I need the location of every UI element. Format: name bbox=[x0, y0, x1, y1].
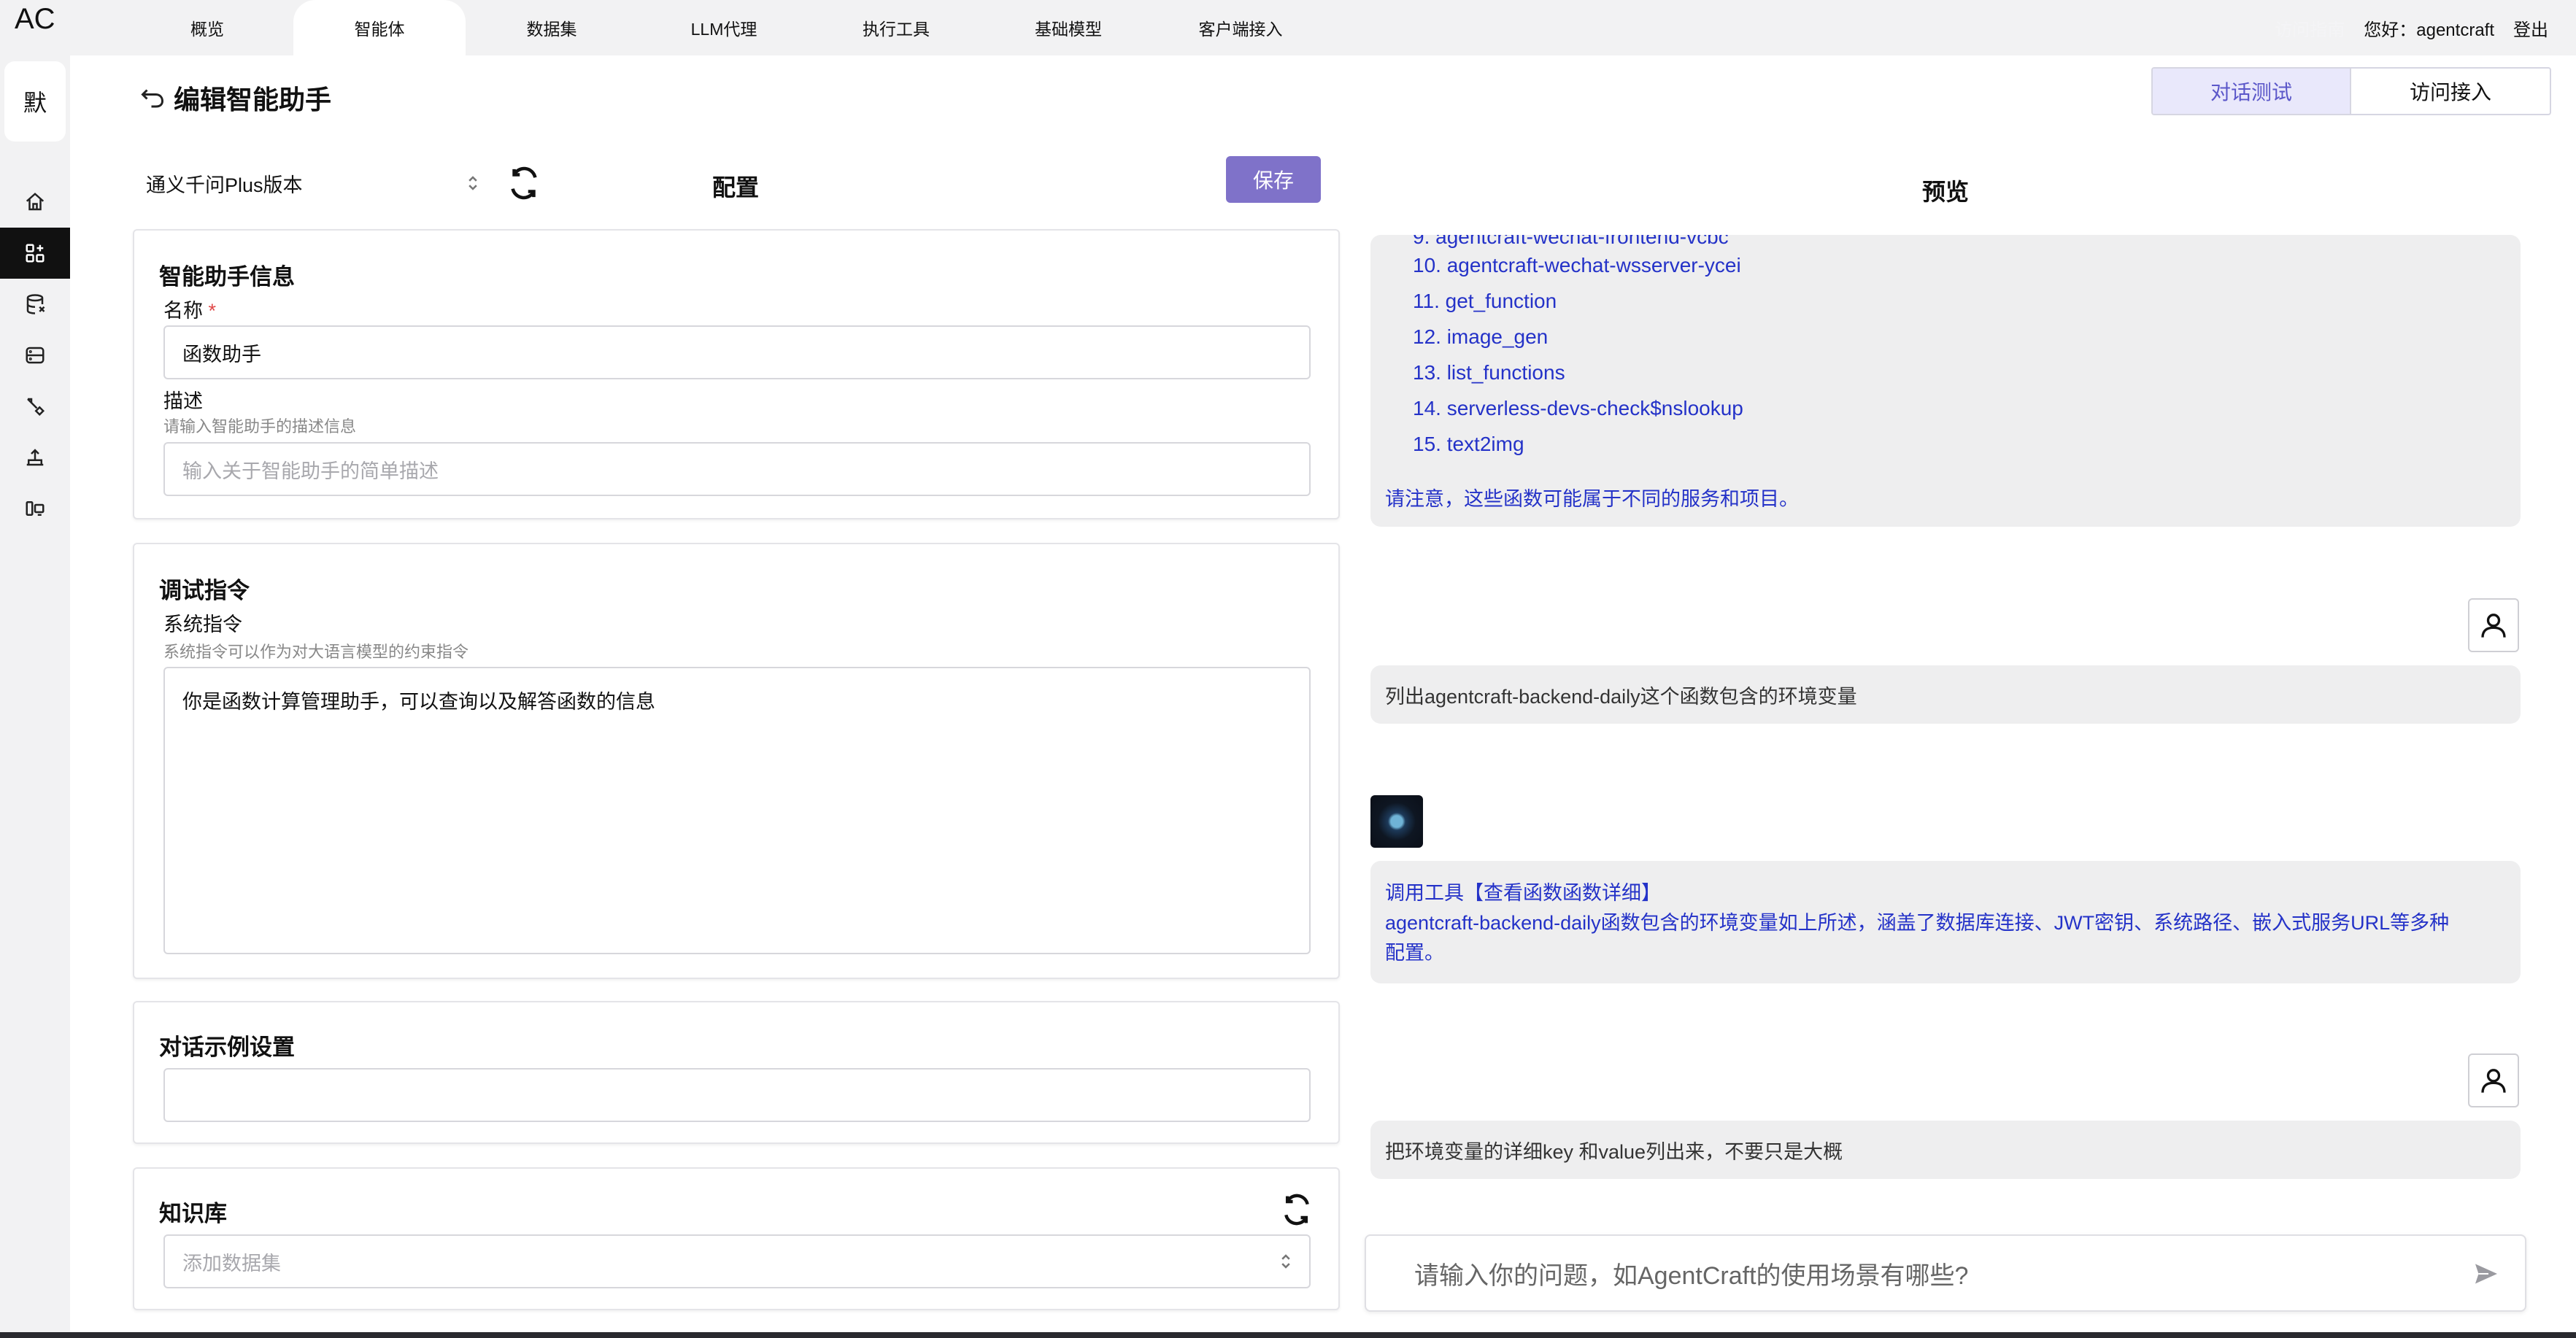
top-nav: 概览 智能体 数据集 LLM代理 执行工具 基础模型 客户端接入 bbox=[121, 0, 1327, 55]
system-prompt-textarea[interactable]: 你是函数计算管理助手，可以查询以及解答函数的信息 bbox=[163, 667, 1311, 954]
sidebar-item-clients[interactable] bbox=[0, 483, 70, 534]
system-prompt-help: 系统指令可以作为对大语言模型的约束指令 bbox=[163, 643, 469, 661]
user-message-2: 把环境变量的详细key 和value列出来，不要只是大概 bbox=[1370, 1121, 2521, 1179]
database-icon bbox=[26, 294, 45, 314]
required-mark: * bbox=[208, 300, 217, 322]
description-label: 描述 bbox=[163, 390, 203, 412]
chat-input[interactable]: 请输入你的问题，如AgentCraft的使用场景有哪些? bbox=[1365, 1234, 2526, 1312]
taskbar-strip bbox=[0, 1332, 2576, 1338]
description-help: 请输入智能助手的描述信息 bbox=[163, 417, 357, 436]
list-item: 13. list_functions bbox=[1413, 361, 1565, 384]
user-icon bbox=[2481, 614, 2506, 638]
kb-refresh-icon[interactable] bbox=[1280, 1194, 1314, 1226]
list-item: 14. serverless-devs-check$nslookup bbox=[1413, 397, 1743, 419]
home-icon bbox=[26, 193, 45, 211]
debug-title: 调试指令 bbox=[159, 578, 250, 603]
save-button[interactable]: 保存 bbox=[1226, 156, 1321, 203]
system-prompt-label: 系统指令 bbox=[163, 614, 242, 635]
sidebar-item-home[interactable] bbox=[0, 177, 70, 228]
bot-avatar bbox=[1370, 795, 1423, 848]
dataset-select-placeholder: 添加数据集 bbox=[182, 1252, 281, 1275]
chevron-updown-icon bbox=[1281, 1254, 1290, 1269]
user-avatar bbox=[2468, 598, 2519, 652]
agent-info-card: 智能助手信息 名称 * 函数助手 描述 请输入智能助手的描述信息 输入关于智能助… bbox=[133, 229, 1340, 519]
knowledge-base-title: 知识库 bbox=[159, 1201, 227, 1226]
logout-link[interactable]: 登出 bbox=[2513, 15, 2548, 41]
preview-mode-tabs: 对话测试 访问接入 bbox=[2151, 67, 2551, 115]
app-logo: AC bbox=[15, 3, 55, 35]
tools-icon bbox=[27, 398, 45, 417]
page-header: 编辑智能助手 bbox=[139, 79, 331, 117]
agent-info-title: 智能助手信息 bbox=[159, 264, 295, 290]
tab-overview[interactable]: 概览 bbox=[121, 0, 293, 55]
config-title: 配置 bbox=[712, 174, 760, 201]
bot-message-line: agentcraft-backend-daily函数包含的环境变量如上所述，涵盖… bbox=[1385, 912, 2450, 934]
sidebar-item-storage[interactable] bbox=[0, 330, 70, 381]
preview-title: 预览 bbox=[1922, 179, 1970, 205]
bot-note: 请注意，这些函数可能属于不同的服务和项目。 bbox=[1385, 488, 1799, 510]
user-message-1: 列出agentcraft-backend-daily这个函数包含的环境变量 bbox=[1370, 665, 2521, 724]
dialog-examples-title: 对话示例设置 bbox=[159, 1035, 295, 1060]
bot-message: 调用工具【查看函数函数详细】 agentcraft-backend-daily函… bbox=[1370, 861, 2521, 983]
sidebar-item-tools[interactable] bbox=[0, 381, 70, 432]
user-icon bbox=[2481, 1069, 2506, 1093]
client-icon bbox=[26, 501, 45, 516]
chat-input-placeholder: 请输入你的问题，如AgentCraft的使用场景有哪些? bbox=[1414, 1261, 1969, 1290]
top-bar: AC 概览 智能体 数据集 LLM代理 执行工具 基础模型 客户端接入 访问指南… bbox=[0, 0, 2576, 55]
tab-llm-proxy[interactable]: LLM代理 bbox=[638, 0, 810, 55]
refresh-icon[interactable] bbox=[506, 166, 541, 200]
list-item: 15. text2img bbox=[1413, 433, 1524, 455]
tab-datasets[interactable]: 数据集 bbox=[466, 0, 638, 55]
model-select-value: 通义千问Plus版本 bbox=[146, 174, 303, 196]
access-guide-link[interactable]: 访问指南 bbox=[2275, 15, 2345, 41]
greeting: 您好：agentcraft bbox=[2364, 20, 2494, 40]
dataset-select[interactable]: 添加数据集 bbox=[163, 1234, 1311, 1288]
workspace-avatar[interactable]: 默 bbox=[4, 61, 66, 142]
knowledge-base-card: 知识库 添加数据集 bbox=[133, 1167, 1340, 1310]
chevron-updown-icon bbox=[468, 176, 477, 190]
tab-tools[interactable]: 执行工具 bbox=[810, 0, 982, 55]
bot-message-line: 配置。 bbox=[1385, 942, 1444, 964]
list-item: 12. image_gen bbox=[1413, 325, 1549, 348]
user-avatar bbox=[2468, 1053, 2519, 1107]
dialog-examples-card: 对话示例设置 bbox=[133, 1001, 1340, 1144]
tab-agents[interactable]: 智能体 bbox=[293, 0, 466, 55]
name-input[interactable]: 函数助手 bbox=[163, 325, 1311, 379]
page-title: 编辑智能助手 bbox=[174, 85, 332, 115]
tab-client-access[interactable]: 客户端接入 bbox=[1154, 0, 1327, 55]
function-list: 10. agentcraft-wechat-wsserver-ycei 11. … bbox=[1413, 247, 1743, 462]
back-arrow-icon[interactable] bbox=[139, 87, 166, 109]
bot-message-line: 调用工具【查看函数函数详细】 bbox=[1385, 882, 1661, 904]
model-select[interactable]: 通义千问Plus版本 bbox=[146, 166, 479, 200]
tab-base-models[interactable]: 基础模型 bbox=[982, 0, 1154, 55]
name-label: 名称 * bbox=[163, 300, 217, 322]
agent-grid-icon bbox=[26, 244, 45, 263]
list-item: 10. agentcraft-wechat-wsserver-ycei bbox=[1413, 254, 1741, 277]
sidebar-item-agents[interactable] bbox=[0, 228, 70, 279]
model-icon bbox=[26, 449, 44, 466]
bot-function-list-bubble: 9. agentcraft-wechat-frontend-vcbc 10. a… bbox=[1370, 235, 2521, 527]
tab-access[interactable]: 访问接入 bbox=[2351, 69, 2550, 114]
sidebar-item-models[interactable] bbox=[0, 432, 70, 483]
send-icon[interactable] bbox=[2472, 1261, 2500, 1287]
list-item: 11. get_function bbox=[1413, 290, 1557, 312]
tab-chat-test[interactable]: 对话测试 bbox=[2153, 69, 2351, 114]
description-input[interactable]: 输入关于智能助手的简单描述 bbox=[163, 442, 1311, 496]
sidebar-item-datasets[interactable] bbox=[0, 279, 70, 330]
user-area: 访问指南 您好：agentcraft 登出 bbox=[2275, 0, 2548, 55]
debug-instructions-card: 调试指令 系统指令 系统指令可以作为对大语言模型的约束指令 你是函数计算管理助手… bbox=[133, 543, 1340, 979]
storage-icon bbox=[26, 347, 45, 364]
dialog-examples-input[interactable] bbox=[163, 1068, 1311, 1122]
sidebar: 默 bbox=[0, 55, 70, 1338]
